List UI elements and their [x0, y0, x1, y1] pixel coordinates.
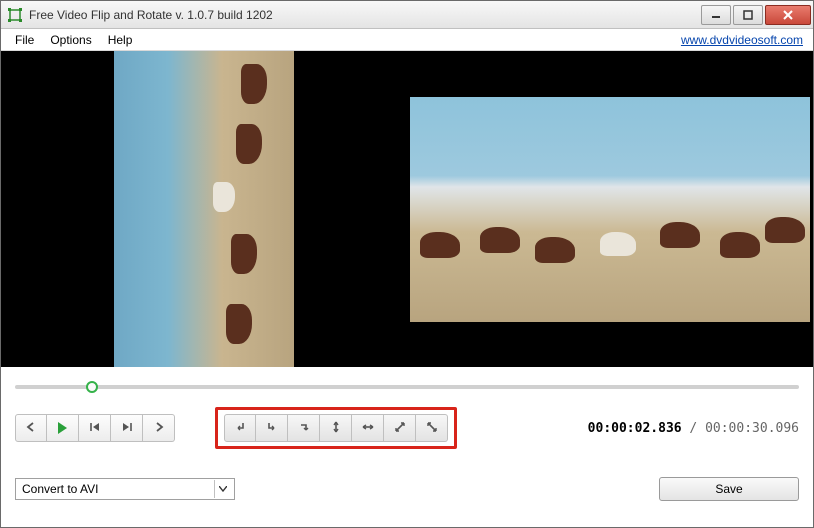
seek-end-icon: [121, 421, 133, 435]
prev-frame-button[interactable]: [15, 414, 47, 442]
play-button[interactable]: [47, 414, 79, 442]
preview-rotated: [1, 51, 407, 367]
flip-diag1-button[interactable]: [384, 414, 416, 442]
next-frame-button[interactable]: [143, 414, 175, 442]
bottom-row: Convert to AVI Save: [1, 455, 813, 513]
slider-track: [15, 385, 799, 389]
preview-original: [407, 51, 813, 367]
app-icon: [7, 7, 23, 23]
flip-vertical-icon: [329, 420, 343, 437]
arrow-right-icon: [154, 421, 164, 435]
arrow-left-icon: [26, 421, 36, 435]
flip-vertical-button[interactable]: [320, 414, 352, 442]
menubar: File Options Help www.dvdvideosoft.com: [1, 29, 813, 51]
output-format-value: Convert to AVI: [22, 482, 98, 496]
transform-controls: [224, 414, 448, 442]
flip-horizontal-icon: [361, 420, 375, 437]
flip-diag1-icon: [393, 420, 407, 437]
playback-controls: [15, 414, 175, 442]
save-button[interactable]: Save: [659, 477, 799, 501]
minimize-button[interactable]: [701, 5, 731, 25]
output-format-select[interactable]: Convert to AVI: [15, 478, 235, 500]
app-window: Free Video Flip and Rotate v. 1.0.7 buil…: [0, 0, 814, 528]
flip-diag2-button[interactable]: [416, 414, 448, 442]
transform-controls-highlighted: [215, 407, 457, 449]
titlebar[interactable]: Free Video Flip and Rotate v. 1.0.7 buil…: [1, 1, 813, 29]
video-preview-area: [1, 51, 813, 367]
flip-horizontal-button[interactable]: [352, 414, 384, 442]
window-title: Free Video Flip and Rotate v. 1.0.7 buil…: [29, 8, 701, 22]
rotate-cw-button[interactable]: [256, 414, 288, 442]
window-controls: [701, 5, 811, 25]
maximize-button[interactable]: [733, 5, 763, 25]
rotate-180-button[interactable]: [288, 414, 320, 442]
rotate-cw-icon: [265, 420, 279, 437]
menu-options[interactable]: Options: [42, 31, 99, 49]
seek-start-icon: [89, 421, 101, 435]
close-button[interactable]: [765, 5, 811, 25]
controls-row: 00:00:02.836 / 00:00:30.096: [1, 397, 813, 455]
timeline-slider[interactable]: [15, 379, 799, 393]
menu-file[interactable]: File: [7, 31, 42, 49]
menu-help[interactable]: Help: [100, 31, 141, 49]
chevron-down-icon: [214, 480, 230, 498]
seek-end-button[interactable]: [111, 414, 143, 442]
time-display: 00:00:02.836 / 00:00:30.096: [588, 421, 799, 436]
video-frame-left: [114, 51, 294, 367]
rotate-180-icon: [297, 420, 311, 437]
play-icon: [58, 422, 67, 434]
rotate-ccw-button[interactable]: [224, 414, 256, 442]
video-frame-right: [410, 97, 810, 322]
time-separator: /: [682, 421, 705, 436]
timeline-slider-wrap: [1, 367, 813, 397]
rotate-ccw-icon: [233, 420, 247, 437]
website-link[interactable]: www.dvdvideosoft.com: [681, 33, 807, 47]
time-current: 00:00:02.836: [588, 421, 682, 436]
time-total: 00:00:30.096: [705, 421, 799, 436]
slider-thumb[interactable]: [86, 381, 98, 393]
flip-diag2-icon: [425, 420, 439, 437]
seek-start-button[interactable]: [79, 414, 111, 442]
